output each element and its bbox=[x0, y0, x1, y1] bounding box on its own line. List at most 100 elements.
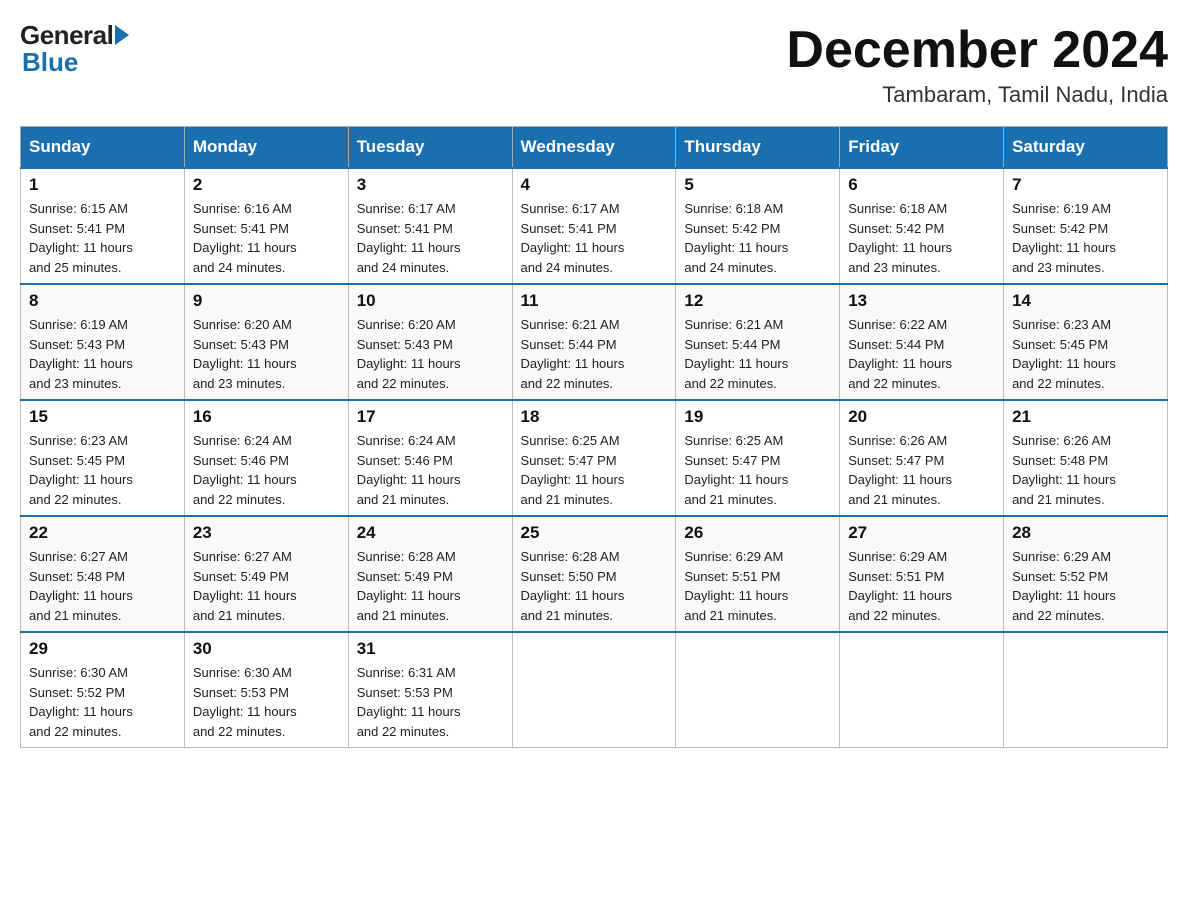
day-number: 18 bbox=[521, 407, 668, 427]
calendar-cell: 6 Sunrise: 6:18 AMSunset: 5:42 PMDaylight… bbox=[840, 168, 1004, 284]
day-info: Sunrise: 6:30 AMSunset: 5:52 PMDaylight:… bbox=[29, 663, 176, 741]
day-number: 28 bbox=[1012, 523, 1159, 543]
calendar-cell: 7 Sunrise: 6:19 AMSunset: 5:42 PMDaylight… bbox=[1004, 168, 1168, 284]
day-info: Sunrise: 6:20 AMSunset: 5:43 PMDaylight:… bbox=[193, 315, 340, 393]
calendar-cell: 5 Sunrise: 6:18 AMSunset: 5:42 PMDaylight… bbox=[676, 168, 840, 284]
header-friday: Friday bbox=[840, 127, 1004, 169]
day-info: Sunrise: 6:18 AMSunset: 5:42 PMDaylight:… bbox=[848, 199, 995, 277]
day-info: Sunrise: 6:17 AMSunset: 5:41 PMDaylight:… bbox=[357, 199, 504, 277]
day-number: 7 bbox=[1012, 175, 1159, 195]
day-info: Sunrise: 6:29 AMSunset: 5:52 PMDaylight:… bbox=[1012, 547, 1159, 625]
calendar-cell: 24 Sunrise: 6:28 AMSunset: 5:49 PMDayligh… bbox=[348, 516, 512, 632]
day-number: 9 bbox=[193, 291, 340, 311]
day-info: Sunrise: 6:23 AMSunset: 5:45 PMDaylight:… bbox=[29, 431, 176, 509]
day-info: Sunrise: 6:28 AMSunset: 5:49 PMDaylight:… bbox=[357, 547, 504, 625]
calendar-cell: 22 Sunrise: 6:27 AMSunset: 5:48 PMDayligh… bbox=[21, 516, 185, 632]
title-section: December 2024 Tambaram, Tamil Nadu, Indi… bbox=[786, 20, 1168, 108]
day-number: 17 bbox=[357, 407, 504, 427]
day-info: Sunrise: 6:29 AMSunset: 5:51 PMDaylight:… bbox=[684, 547, 831, 625]
day-info: Sunrise: 6:26 AMSunset: 5:47 PMDaylight:… bbox=[848, 431, 995, 509]
calendar-cell: 16 Sunrise: 6:24 AMSunset: 5:46 PMDayligh… bbox=[184, 400, 348, 516]
week-row-3: 15Sunrise: 6:23 AMSunset: 5:45 PMDayligh… bbox=[21, 400, 1168, 516]
logo: General Blue bbox=[20, 20, 129, 78]
calendar-cell: 1 Sunrise: 6:15 AMSunset: 5:41 PMDaylight… bbox=[21, 168, 185, 284]
header-thursday: Thursday bbox=[676, 127, 840, 169]
day-number: 4 bbox=[521, 175, 668, 195]
calendar-cell: 28 Sunrise: 6:29 AMSunset: 5:52 PMDayligh… bbox=[1004, 516, 1168, 632]
header-sunday: Sunday bbox=[21, 127, 185, 169]
day-info: Sunrise: 6:16 AMSunset: 5:41 PMDaylight:… bbox=[193, 199, 340, 277]
day-info: Sunrise: 6:15 AMSunset: 5:41 PMDaylight:… bbox=[29, 199, 176, 277]
day-number: 23 bbox=[193, 523, 340, 543]
calendar-cell: 2 Sunrise: 6:16 AMSunset: 5:41 PMDaylight… bbox=[184, 168, 348, 284]
day-number: 19 bbox=[684, 407, 831, 427]
calendar-header-row: SundayMondayTuesdayWednesdayThursdayFrid… bbox=[21, 127, 1168, 169]
day-number: 13 bbox=[848, 291, 995, 311]
week-row-1: 1 Sunrise: 6:15 AMSunset: 5:41 PMDaylight… bbox=[21, 168, 1168, 284]
calendar-cell: 31 Sunrise: 6:31 AMSunset: 5:53 PMDayligh… bbox=[348, 632, 512, 748]
day-info: Sunrise: 6:20 AMSunset: 5:43 PMDaylight:… bbox=[357, 315, 504, 393]
day-info: Sunrise: 6:18 AMSunset: 5:42 PMDaylight:… bbox=[684, 199, 831, 277]
header-tuesday: Tuesday bbox=[348, 127, 512, 169]
day-number: 11 bbox=[521, 291, 668, 311]
day-info: Sunrise: 6:29 AMSunset: 5:51 PMDaylight:… bbox=[848, 547, 995, 625]
logo-triangle-icon bbox=[115, 25, 129, 45]
week-row-5: 29 Sunrise: 6:30 AMSunset: 5:52 PMDayligh… bbox=[21, 632, 1168, 748]
day-info: Sunrise: 6:28 AMSunset: 5:50 PMDaylight:… bbox=[521, 547, 668, 625]
day-number: 16 bbox=[193, 407, 340, 427]
day-number: 29 bbox=[29, 639, 176, 659]
calendar-cell: 18Sunrise: 6:25 AMSunset: 5:47 PMDayligh… bbox=[512, 400, 676, 516]
day-info: Sunrise: 6:24 AMSunset: 5:46 PMDaylight:… bbox=[357, 431, 504, 509]
day-info: Sunrise: 6:23 AMSunset: 5:45 PMDaylight:… bbox=[1012, 315, 1159, 393]
day-info: Sunrise: 6:22 AMSunset: 5:44 PMDaylight:… bbox=[848, 315, 995, 393]
day-number: 31 bbox=[357, 639, 504, 659]
day-number: 2 bbox=[193, 175, 340, 195]
calendar-cell: 8Sunrise: 6:19 AMSunset: 5:43 PMDaylight… bbox=[21, 284, 185, 400]
calendar-cell: 15Sunrise: 6:23 AMSunset: 5:45 PMDayligh… bbox=[21, 400, 185, 516]
page-header: General Blue December 2024 Tambaram, Tam… bbox=[20, 20, 1168, 108]
calendar-cell: 21Sunrise: 6:26 AMSunset: 5:48 PMDayligh… bbox=[1004, 400, 1168, 516]
day-number: 30 bbox=[193, 639, 340, 659]
day-number: 1 bbox=[29, 175, 176, 195]
calendar-cell: 13 Sunrise: 6:22 AMSunset: 5:44 PMDayligh… bbox=[840, 284, 1004, 400]
calendar-cell: 23 Sunrise: 6:27 AMSunset: 5:49 PMDayligh… bbox=[184, 516, 348, 632]
calendar-cell: 14 Sunrise: 6:23 AMSunset: 5:45 PMDayligh… bbox=[1004, 284, 1168, 400]
calendar-table: SundayMondayTuesdayWednesdayThursdayFrid… bbox=[20, 126, 1168, 748]
calendar-cell: 25Sunrise: 6:28 AMSunset: 5:50 PMDayligh… bbox=[512, 516, 676, 632]
calendar-cell: 12Sunrise: 6:21 AMSunset: 5:44 PMDayligh… bbox=[676, 284, 840, 400]
calendar-cell: 20Sunrise: 6:26 AMSunset: 5:47 PMDayligh… bbox=[840, 400, 1004, 516]
day-number: 5 bbox=[684, 175, 831, 195]
week-row-4: 22 Sunrise: 6:27 AMSunset: 5:48 PMDayligh… bbox=[21, 516, 1168, 632]
location-title: Tambaram, Tamil Nadu, India bbox=[786, 82, 1168, 108]
header-monday: Monday bbox=[184, 127, 348, 169]
day-number: 21 bbox=[1012, 407, 1159, 427]
day-number: 22 bbox=[29, 523, 176, 543]
day-number: 12 bbox=[684, 291, 831, 311]
day-number: 24 bbox=[357, 523, 504, 543]
header-saturday: Saturday bbox=[1004, 127, 1168, 169]
day-info: Sunrise: 6:27 AMSunset: 5:49 PMDaylight:… bbox=[193, 547, 340, 625]
day-info: Sunrise: 6:30 AMSunset: 5:53 PMDaylight:… bbox=[193, 663, 340, 741]
calendar-cell bbox=[676, 632, 840, 748]
day-info: Sunrise: 6:17 AMSunset: 5:41 PMDaylight:… bbox=[521, 199, 668, 277]
day-info: Sunrise: 6:19 AMSunset: 5:42 PMDaylight:… bbox=[1012, 199, 1159, 277]
calendar-cell: 9 Sunrise: 6:20 AMSunset: 5:43 PMDaylight… bbox=[184, 284, 348, 400]
day-number: 6 bbox=[848, 175, 995, 195]
month-year-title: December 2024 bbox=[786, 20, 1168, 80]
day-info: Sunrise: 6:24 AMSunset: 5:46 PMDaylight:… bbox=[193, 431, 340, 509]
day-info: Sunrise: 6:31 AMSunset: 5:53 PMDaylight:… bbox=[357, 663, 504, 741]
day-info: Sunrise: 6:21 AMSunset: 5:44 PMDaylight:… bbox=[521, 315, 668, 393]
calendar-cell bbox=[1004, 632, 1168, 748]
calendar-cell: 26Sunrise: 6:29 AMSunset: 5:51 PMDayligh… bbox=[676, 516, 840, 632]
day-number: 10 bbox=[357, 291, 504, 311]
day-info: Sunrise: 6:27 AMSunset: 5:48 PMDaylight:… bbox=[29, 547, 176, 625]
calendar-cell: 27Sunrise: 6:29 AMSunset: 5:51 PMDayligh… bbox=[840, 516, 1004, 632]
calendar-cell: 3 Sunrise: 6:17 AMSunset: 5:41 PMDaylight… bbox=[348, 168, 512, 284]
calendar-cell bbox=[840, 632, 1004, 748]
day-number: 14 bbox=[1012, 291, 1159, 311]
day-number: 8 bbox=[29, 291, 176, 311]
calendar-cell: 4 Sunrise: 6:17 AMSunset: 5:41 PMDaylight… bbox=[512, 168, 676, 284]
day-number: 3 bbox=[357, 175, 504, 195]
header-wednesday: Wednesday bbox=[512, 127, 676, 169]
calendar-cell: 30 Sunrise: 6:30 AMSunset: 5:53 PMDayligh… bbox=[184, 632, 348, 748]
